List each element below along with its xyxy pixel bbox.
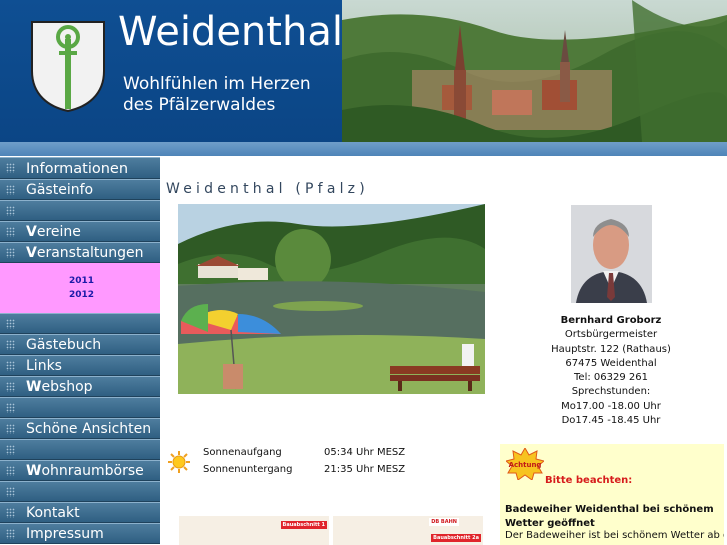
nav-label: Kontakt	[26, 505, 80, 521]
notice-title: Bitte beachten:	[545, 475, 633, 486]
site-title[interactable]: Weidenthal	[118, 6, 343, 58]
nav-spacer	[0, 481, 160, 502]
nav-label: Links	[26, 358, 62, 374]
grip-icon	[6, 184, 15, 195]
sun-icon	[168, 451, 190, 473]
sunrise-label: Sonnenaufgang	[203, 447, 282, 458]
nav-links[interactable]: Links	[0, 355, 160, 376]
nav-vereine[interactable]: Vereine	[0, 221, 160, 242]
nav-gaestebuch[interactable]: Gästebuch	[0, 334, 160, 355]
nav-label: Gästeinfo	[26, 182, 94, 198]
office-hours-thursday: Do17.45 -18.45 Uhr	[561, 415, 661, 427]
notice-headline[interactable]: Badeweiher Weidenthal bei schönem Wetter…	[505, 503, 719, 531]
town-photo	[342, 0, 727, 142]
year-link-2012[interactable]: 2012	[69, 290, 94, 300]
year-submenu: 2011 2012	[0, 263, 160, 313]
sunset-time: 21:35 Uhr MESZ	[324, 464, 406, 475]
grip-icon	[6, 486, 15, 497]
nav-label: Informationen	[26, 161, 129, 177]
grip-icon	[6, 528, 15, 539]
nav-spacer	[0, 439, 160, 460]
grip-icon	[6, 402, 15, 413]
nav-informationen[interactable]: Informationen	[0, 157, 160, 179]
construction-banner-1[interactable]: Bauabschnitt 1	[179, 516, 329, 545]
nav-kontakt[interactable]: Kontakt	[0, 502, 160, 523]
grip-icon	[6, 444, 15, 455]
mayor-phone: Tel: 06329 261	[574, 372, 648, 384]
nav-label: Impressum	[26, 526, 104, 542]
grip-icon	[6, 205, 15, 216]
nav-label: Schöne Ansichten	[26, 421, 152, 437]
site-header: Weidenthal Wohlfühlen im Herzen des Pfäl…	[0, 0, 727, 142]
office-hours-title: Sprechstunden:	[571, 386, 651, 398]
nav-label: Wohnraumbörse	[26, 463, 144, 479]
slogan-line: des Pfälzerwaldes	[123, 95, 276, 115]
nav-spacer	[0, 313, 160, 334]
sunrise-time: 05:34 Uhr MESZ	[324, 447, 406, 458]
nav-impressum[interactable]: Impressum	[0, 523, 160, 544]
grip-icon	[6, 163, 15, 173]
nav-label: Webshop	[26, 379, 93, 395]
nav-spacer	[0, 397, 160, 418]
nav-label: Veranstaltungen	[26, 245, 144, 261]
lake-photo	[178, 204, 485, 394]
page-title: Weidenthal (Pfalz)	[166, 181, 369, 197]
nav-veranstaltungen[interactable]: Veranstaltungen	[0, 242, 160, 263]
grip-icon	[6, 339, 15, 350]
slogan-line: Wohlfühlen im Herzen	[123, 74, 311, 94]
grip-icon	[6, 247, 15, 258]
mayor-role: Ortsbürgermeister	[564, 329, 658, 341]
nav-label: Vereine	[26, 224, 81, 240]
coat-of-arms-icon	[31, 21, 105, 113]
achtung-badge-icon: Achtung	[506, 448, 544, 480]
banner-tag: Bauabschnitt 2a	[431, 534, 481, 542]
nav-spacer	[0, 200, 160, 221]
mayor-city: 67475 Weidenthal	[565, 357, 657, 369]
nav-gaesteinfo[interactable]: Gästeinfo	[0, 179, 160, 200]
mayor-info: Bernhard Groborz Ortsbürgermeister Haupt…	[530, 314, 692, 428]
notice-text: Der Badeweiher ist bei schönem Wetter ab…	[505, 530, 724, 541]
sunset-label: Sonnenuntergang	[203, 464, 293, 475]
svg-text:Achtung: Achtung	[509, 461, 542, 469]
grip-icon	[6, 423, 15, 434]
banner-tag: Bauabschnitt 1	[280, 521, 327, 529]
sidebar-nav: Informationen Gästeinfo Vereine Veransta…	[0, 157, 161, 545]
nav-wohnraumboerse[interactable]: Wohnraumbörse	[0, 460, 160, 481]
grip-icon	[6, 381, 15, 392]
mayor-photo	[571, 205, 652, 303]
nav-label: Gästebuch	[26, 337, 102, 353]
grip-icon	[6, 226, 15, 237]
construction-banner-2[interactable]: DB BAHN Bauabschnitt 2a	[333, 516, 483, 545]
office-hours-monday: Mo17.00 -18.00 Uhr	[561, 400, 661, 412]
grip-icon	[6, 507, 15, 518]
grip-icon	[6, 360, 15, 371]
nav-webshop[interactable]: Webshop	[0, 376, 160, 397]
nav-schoene-ansichten[interactable]: Schöne Ansichten	[0, 418, 160, 439]
grip-icon	[6, 318, 15, 329]
header-strip	[0, 142, 727, 156]
mayor-name: Bernhard Groborz	[560, 315, 662, 326]
year-link-2011[interactable]: 2011	[69, 276, 94, 286]
site-slogan: Wohlfühlen im Herzen des Pfälzerwaldes	[123, 74, 311, 116]
mayor-address: Hauptstr. 122 (Rathaus)	[551, 343, 671, 355]
notice-box: Achtung Bitte beachten: Badeweiher Weide…	[500, 444, 724, 545]
grip-icon	[6, 465, 15, 476]
db-logo: DB BAHN	[429, 518, 459, 526]
